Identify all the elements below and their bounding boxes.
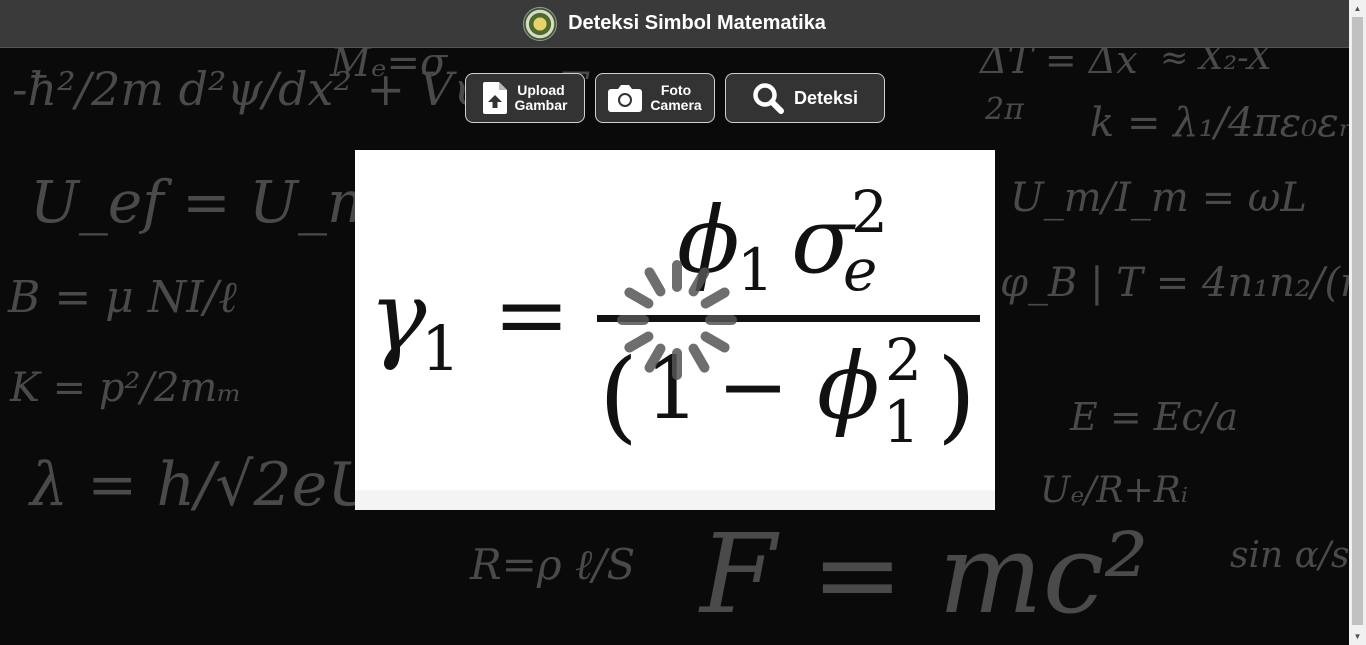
bg-formula: E = Ec/a	[1070, 395, 1239, 439]
bg-formula: 2π	[985, 92, 1024, 127]
detect-button[interactable]: Deteksi	[725, 73, 885, 123]
denominator-close-paren: )	[937, 337, 976, 454]
detect-button-label: Deteksi	[793, 87, 859, 108]
bg-formula: k = λ₁/4πε₀εᵣ	[1090, 100, 1349, 146]
camera-label-line2: Camera	[650, 97, 702, 113]
bg-formula: U_m/I_m = ωL	[1010, 175, 1307, 221]
denominator-phi-subscript: 1	[883, 388, 920, 456]
university-seal-logo	[523, 6, 558, 41]
loading-spinner-icon	[617, 260, 737, 380]
upload-image-button[interactable]: Upload Gambar	[465, 73, 585, 123]
camera-photo-button[interactable]: Foto Camera	[595, 73, 715, 123]
denominator-phi: ϕ	[817, 333, 880, 440]
bg-formula: R=ρ ℓ/S	[470, 540, 636, 589]
lhs-symbol: γ	[369, 261, 427, 373]
numerator-sigma-superscript: 2	[851, 178, 888, 246]
camera-icon	[608, 85, 643, 112]
bg-formula: φ_B | T = 4n₁n₂/(n₂+n₁)²	[1000, 260, 1349, 306]
denominator-phi-superscript: 2	[885, 326, 922, 394]
scroll-up-arrow-icon[interactable]: ▲	[1349, 0, 1366, 17]
upload-label-line2: Gambar	[514, 97, 568, 113]
bg-formula: F = mc²	[700, 510, 1149, 638]
numerator-sigma-subscript: e	[843, 236, 877, 304]
upload-button-label: Upload Gambar	[515, 83, 568, 113]
equals-sign: =	[493, 261, 570, 368]
camera-label-line1: Foto	[660, 82, 692, 98]
bg-formula: sin α/sin β	[1230, 535, 1349, 576]
bg-formula: K = p²/2mₘ	[10, 365, 242, 411]
numerator-phi-subscript: 1	[737, 236, 774, 304]
bg-formula: B = μ NI/ℓ	[8, 272, 237, 323]
page-title: Deteksi Simbol Matematika	[568, 12, 826, 34]
scroll-thumb[interactable]	[1352, 17, 1363, 625]
search-icon	[753, 83, 784, 114]
upload-label-line1: Upload	[517, 82, 565, 98]
camera-button-label: Foto Camera	[650, 83, 701, 113]
lhs-subscript: 1	[421, 312, 460, 385]
scroll-down-arrow-icon[interactable]: ▼	[1349, 628, 1366, 645]
vertical-scrollbar[interactable]: ▲ ▼	[1349, 0, 1366, 645]
file-upload-icon	[482, 82, 507, 114]
app-header: Deteksi Simbol Matematika	[0, 0, 1349, 48]
toolbar: Upload Gambar Foto Camera Deteksi	[465, 73, 885, 123]
bg-formula: Uₑ/R+Rᵢ	[1040, 470, 1189, 511]
